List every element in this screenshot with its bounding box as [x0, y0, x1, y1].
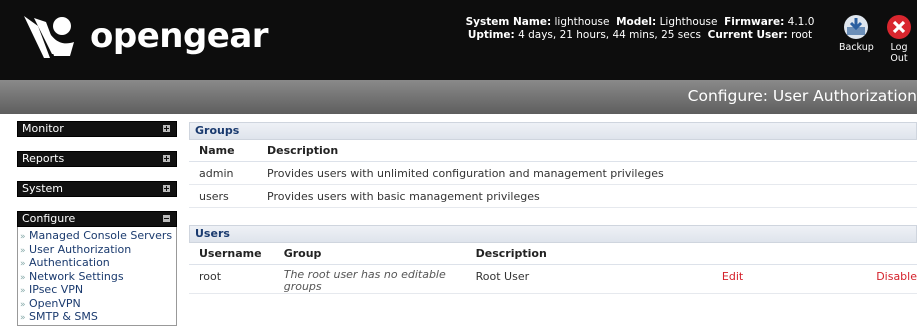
menu-monitor[interactable]: Monitor — [17, 121, 177, 137]
uptime-value: 4 days, 21 hours, 44 mins, 25 secs — [518, 29, 701, 41]
user-group-line2: groups — [283, 280, 322, 293]
system-name-label: System Name: — [465, 16, 552, 28]
users-header-row: Username Group Description — [189, 243, 917, 265]
backup-icon — [844, 15, 869, 39]
user-description: Root User — [465, 264, 712, 294]
backup-label: Backup — [839, 42, 874, 53]
current-user-label: Current User: — [707, 29, 788, 41]
user-group: The root user has no editable groups — [273, 264, 466, 294]
sidebar-item-managed-console-servers[interactable]: » Managed Console Servers — [20, 230, 174, 244]
backup-button[interactable]: Backup — [839, 14, 874, 53]
users-table: Username Group Description root The root… — [189, 243, 917, 294]
column-header-group: Group — [273, 243, 466, 265]
system-info: System Name: lighthouse Model: Lighthous… — [445, 16, 835, 42]
group-name: admin — [189, 161, 257, 185]
model-label: Model: — [616, 16, 657, 28]
sidebar-item-smtp-sms[interactable]: » SMTP & SMS — [20, 311, 174, 325]
expand-icon[interactable] — [163, 185, 170, 192]
sidebar: Monitor Reports System Configure » Manag… — [17, 121, 177, 326]
column-header-username: Username — [189, 243, 274, 265]
main-content: Groups Name Description admin Provides u… — [189, 122, 917, 294]
firmware-label: Firmware: — [724, 16, 785, 28]
disable-user-link[interactable]: Disable — [876, 270, 917, 283]
groups-table: Name Description admin Provides users wi… — [189, 140, 917, 208]
system-name-value: lighthouse — [554, 16, 610, 28]
logo-text: opengear — [90, 16, 269, 56]
group-description: Provides users with basic management pri… — [257, 184, 917, 208]
column-header-description: Description — [465, 243, 712, 265]
configure-submenu: » Managed Console Servers » User Authori… — [17, 227, 177, 326]
current-user-value: root — [791, 29, 813, 41]
sidebar-item-ipsec-vpn[interactable]: » IPsec VPN — [20, 284, 174, 298]
users-section-title: Users — [189, 225, 917, 243]
menu-monitor-label: Monitor — [22, 122, 64, 135]
page-title: Configure: User Authorization — [687, 87, 917, 105]
groups-header-row: Name Description — [189, 140, 917, 162]
expand-icon[interactable] — [163, 155, 170, 162]
firmware-value: 4.1.0 — [787, 16, 815, 28]
menu-configure-label: Configure — [22, 212, 76, 225]
sidebar-item-authentication[interactable]: » Authentication — [20, 257, 174, 271]
sidebar-item-network-settings[interactable]: » Network Settings — [20, 270, 174, 285]
menu-system[interactable]: System — [17, 181, 177, 197]
logout-label: Log Out — [890, 42, 908, 64]
user-disable-cell: Disable — [864, 264, 917, 294]
logout-button[interactable]: Log Out — [881, 14, 917, 64]
column-header-description: Description — [257, 140, 917, 162]
column-header-edit — [711, 243, 865, 265]
title-bar: Configure: User Authorization — [0, 80, 917, 114]
column-header-disable — [864, 243, 917, 265]
opengear-logo-mark — [24, 16, 74, 58]
header: opengear System Name: lighthouse Model: … — [0, 0, 917, 80]
table-row: root The root user has no editable group… — [189, 264, 917, 294]
column-header-name: Name — [189, 140, 257, 162]
collapse-icon[interactable] — [163, 215, 170, 222]
group-name: users — [189, 184, 257, 208]
table-row: users Provides users with basic manageme… — [189, 184, 917, 208]
group-description: Provides users with unlimited configurat… — [257, 161, 917, 185]
user-username: root — [189, 264, 274, 294]
expand-icon[interactable] — [163, 125, 170, 132]
table-row: admin Provides users with unlimited conf… — [189, 161, 917, 185]
user-edit-cell: Edit — [711, 264, 865, 294]
menu-configure[interactable]: Configure — [17, 211, 177, 227]
groups-section-title: Groups — [189, 122, 917, 140]
opengear-logo[interactable]: opengear — [22, 12, 269, 68]
menu-reports[interactable]: Reports — [17, 151, 177, 167]
edit-user-link[interactable]: Edit — [722, 270, 743, 283]
logout-icon — [887, 15, 911, 39]
menu-reports-label: Reports — [22, 152, 65, 165]
sidebar-item-openvpn[interactable]: » OpenVPN — [20, 297, 174, 312]
uptime-label: Uptime: — [467, 29, 515, 41]
sidebar-item-user-authorization[interactable]: » User Authorization — [20, 243, 174, 258]
menu-system-label: System — [22, 182, 64, 195]
model-value: Lighthouse — [659, 16, 718, 28]
